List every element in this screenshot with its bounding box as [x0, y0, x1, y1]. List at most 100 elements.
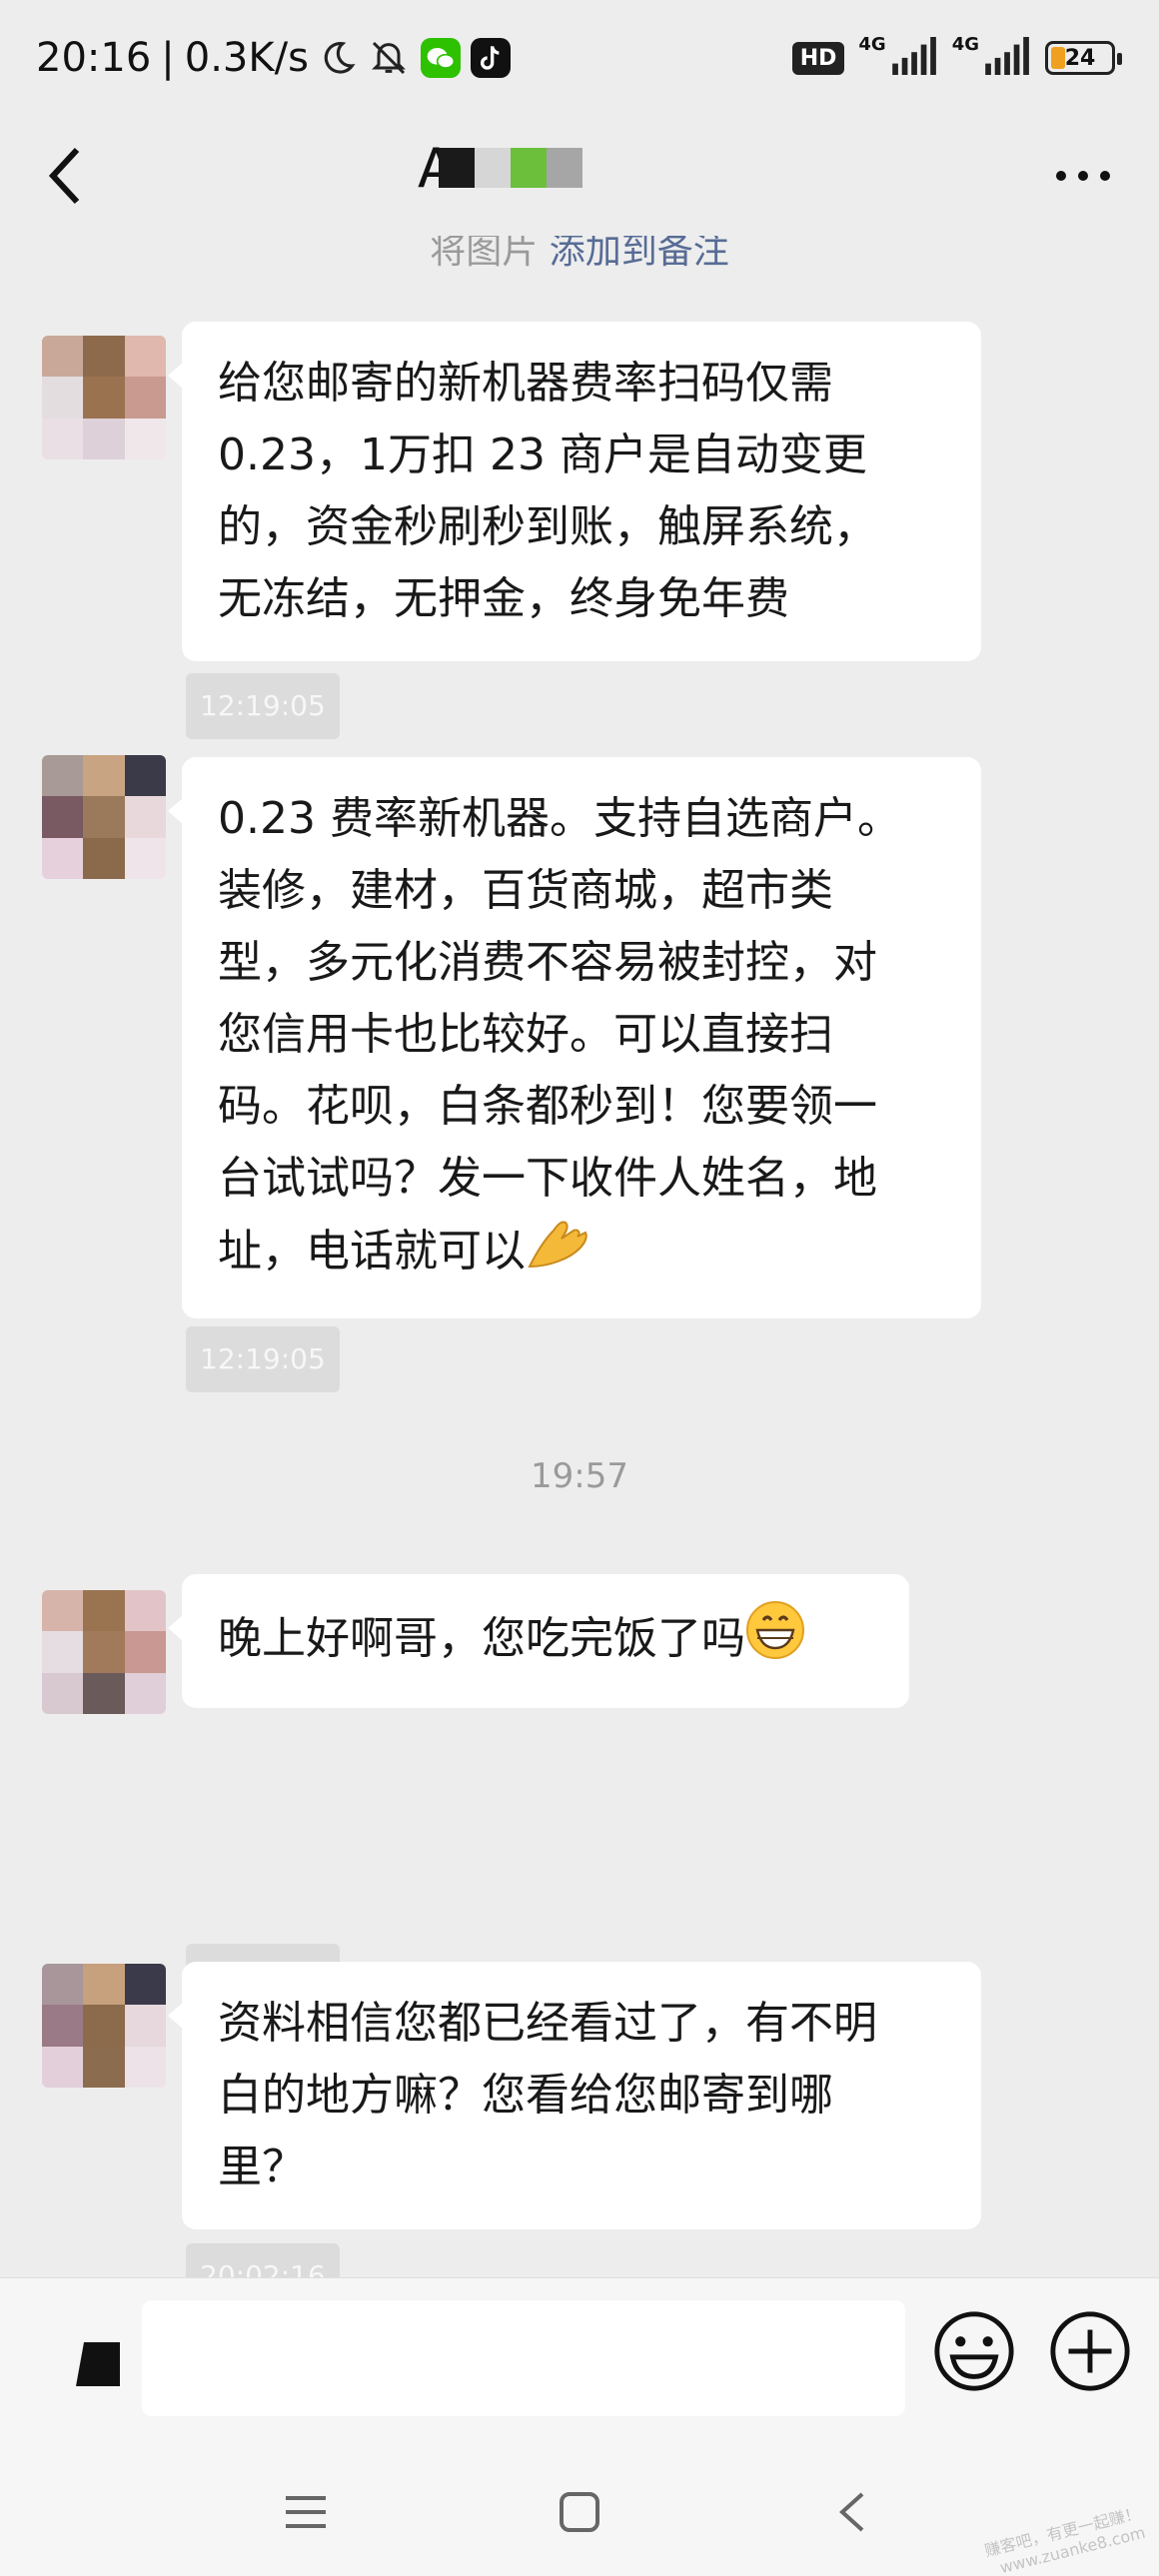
status-bar: 20:16 | 0.3K/s HD 4G 4G 24 [0, 0, 1159, 116]
avatar-pixel [124, 1964, 166, 2006]
chevron-left-icon [48, 147, 80, 205]
avatar-pixel [83, 1590, 125, 1632]
avatar-pixel [83, 2005, 125, 2047]
time-divider: 19:57 [531, 1456, 628, 1496]
watermark: 赚客吧，有更一起赚！ www.zuanke8.com [983, 2503, 1148, 2576]
avatar-pixel [83, 1964, 125, 2006]
avatar-pixel [124, 377, 166, 419]
emoji-smile-icon [934, 2311, 1014, 2391]
avatar-pixel [124, 2046, 166, 2088]
message-line: 给您邮寄的新机器费率扫码仅需 [218, 358, 833, 409]
avatar-pixel [42, 796, 84, 838]
avatar-pixel [42, 377, 84, 419]
avatar-pixel [42, 2005, 84, 2047]
battery-icon: 24 [1045, 41, 1122, 75]
message-line: 0.23 费率新机器。支持自选商户。 [218, 793, 901, 844]
hd-badge: HD [791, 41, 845, 75]
remark-notice: 将图片 添加到备注 [0, 236, 1159, 274]
network-label-1: 4G [858, 33, 886, 55]
message-line: 您信用卡也比较好。可以直接扫 [218, 1009, 833, 1060]
battery-level: 24 [1064, 45, 1096, 71]
message-line: 无冻结，无押金，终身免年费 [218, 573, 789, 624]
avatar-pixel [42, 1672, 84, 1714]
avatar-pixel [42, 1631, 84, 1673]
avatar-pixel [124, 1672, 166, 1714]
signal-icon-1 [891, 37, 938, 79]
message-line: 里？ [218, 2142, 306, 2192]
input-bar [0, 2277, 1159, 2447]
title-censor-block-1 [438, 148, 475, 188]
more-functions-button[interactable] [1047, 2308, 1133, 2394]
avatar-pixel [83, 1672, 125, 1714]
message-line: 台试试吗？发一下收件人姓名，地 [218, 1153, 877, 1204]
message-timestamp: 12:19:05 [186, 1326, 340, 1392]
contact-avatar[interactable] [42, 755, 166, 879]
avatar-pixel [42, 336, 84, 378]
avatar-pixel [124, 1590, 166, 1632]
voice-keyboard-icon [76, 2342, 120, 2386]
grinning-face-emoji-icon [745, 1600, 805, 1682]
back-triangle-icon [839, 2492, 864, 2532]
contact-avatar[interactable] [42, 1964, 166, 2088]
voice-button[interactable] [76, 2336, 126, 2392]
moon-icon [319, 39, 357, 77]
avatar-pixel [124, 796, 166, 838]
mute-bell-icon [367, 38, 411, 78]
message-line: 装修，建材，百货商城，超市类 [218, 865, 833, 916]
avatar-pixel [124, 755, 166, 797]
title-censor-block-3 [510, 148, 547, 188]
message-line: 址，电话就可以 [218, 1215, 945, 1292]
more-button[interactable] [1043, 146, 1123, 206]
system-back-button[interactable] [811, 2477, 891, 2547]
status-separator: | [161, 35, 175, 81]
message-line-text: 址，电话就可以 [218, 1226, 526, 1277]
home-square-icon [560, 2492, 599, 2532]
signal-icon-2 [985, 37, 1031, 79]
back-button[interactable] [30, 136, 100, 216]
avatar-pixel [42, 418, 84, 459]
message-bubble[interactable]: 给您邮寄的新机器费率扫码仅需 0.23，1万扣 23 商户是自动变更 的，资金秒… [168, 322, 981, 661]
system-navigation: 赚客吧，有更一起赚！ www.zuanke8.com [0, 2447, 1159, 2576]
avatar-pixel [83, 377, 125, 419]
status-right: HD 4G 4G 24 [791, 30, 1122, 86]
message-line: 的，资金秒刷秒到账，触屏系统， [218, 501, 877, 552]
message-line: 白的地方嘛？您看给您邮寄到哪 [218, 2070, 833, 2121]
message-timestamp: 12:19:05 [186, 673, 340, 739]
message-bubble[interactable]: 晚上好啊哥，您吃完饭了吗 [168, 1574, 909, 1708]
emoji-button[interactable] [931, 2308, 1017, 2394]
avatar-pixel [83, 755, 125, 797]
status-left: 20:16 | 0.3K/s [36, 30, 511, 86]
title-censor-block-4 [546, 148, 582, 188]
message-input[interactable] [142, 2300, 905, 2416]
home-button[interactable] [540, 2477, 619, 2547]
avatar-pixel [124, 418, 166, 459]
chat-header: A [0, 116, 1159, 236]
message-bubble[interactable]: 0.23 费率新机器。支持自选商户。 装修，建材，百货商城，超市类 型，多元化消… [168, 757, 981, 1318]
avatar-pixel [124, 1631, 166, 1673]
avatar-pixel [42, 2046, 84, 2088]
avatar-pixel [83, 1631, 125, 1673]
clock: 20:16 [36, 35, 152, 81]
more-dots-icon [1056, 171, 1110, 181]
menu-icon [286, 2496, 326, 2528]
chat-area[interactable]: 将图片 添加到备注 给您邮寄的新机器费率扫码仅需 0.23，1万扣 23 商户是… [0, 236, 1159, 2277]
contact-avatar[interactable] [42, 336, 166, 459]
title-censor-block-2 [474, 148, 511, 188]
tiktok-icon [470, 38, 511, 78]
add-to-remark-link[interactable]: 添加到备注 [550, 236, 729, 272]
avatar-pixel [83, 2046, 125, 2088]
avatar-pixel [42, 1964, 84, 2006]
avatar-pixel [124, 336, 166, 378]
message-line: 资料相信您都已经看过了，有不明 [218, 1998, 877, 2049]
ok-hand-emoji-icon [526, 1215, 589, 1292]
avatar-pixel [83, 796, 125, 838]
chat-title[interactable]: A [418, 128, 582, 208]
message-timestamp: 20:02:16 [186, 2243, 340, 2277]
message-line: 型，多元化消费不容易被封控，对 [218, 937, 877, 988]
contact-avatar[interactable] [42, 1590, 166, 1714]
message-text: 晚上好啊哥，您吃完饭了吗 [218, 1613, 745, 1664]
avatar-pixel [42, 755, 84, 797]
message-bubble[interactable]: 资料相信您都已经看过了，有不明 白的地方嘛？您看给您邮寄到哪 里？ [168, 1962, 981, 2229]
net-speed: 0.3K/s [184, 35, 309, 81]
recent-apps-button[interactable] [266, 2477, 346, 2547]
